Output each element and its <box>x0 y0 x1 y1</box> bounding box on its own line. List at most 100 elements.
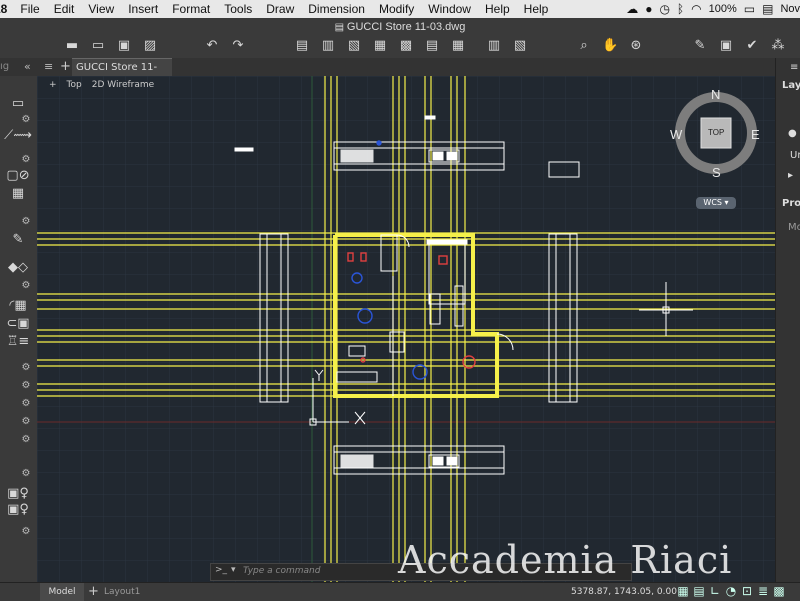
menu-format[interactable]: Format <box>165 0 217 18</box>
publish-icon[interactable]: ▦ <box>372 38 388 54</box>
redo-icon[interactable]: ↷ <box>230 38 246 54</box>
new-file-icon[interactable]: ▬ <box>64 38 80 54</box>
menu-tools[interactable]: Tools <box>217 0 259 18</box>
undo-icon[interactable]: ↶ <box>204 38 220 54</box>
cloud-export-icon[interactable]: ▧ <box>512 38 528 54</box>
visual-style-menu[interactable]: 2D Wireframe <box>90 80 156 90</box>
menu-modify[interactable]: Modify <box>372 0 421 18</box>
palette-settings-icon-6[interactable]: ⚙ <box>20 378 32 394</box>
bluetooth-icon[interactable]: ᛒ <box>677 2 684 16</box>
zoom-icon[interactable]: ⌕ <box>576 38 592 54</box>
expand-arrow-icon[interactable]: ▸ <box>788 170 793 181</box>
quick-access-toolbar: ▬ ▭ ▣ ▨ ↶ ↷ ▤ ▥ ▧ ▦ ▩ ▤ ▦ ▥ ▧ ⌕ ✋ ⊛ ✎ ▣ … <box>0 36 800 59</box>
pan-hand-icon[interactable]: ✋ <box>602 38 618 54</box>
check-icon[interactable]: ✔ <box>744 38 760 54</box>
palette-collapse-icon[interactable]: ≡ <box>790 62 798 73</box>
new-tab-button[interactable]: + <box>60 59 71 74</box>
properties-tool-icon[interactable]: ♖≡ <box>4 334 32 350</box>
menu-draw[interactable]: Draw <box>259 0 301 18</box>
viewcube-top-face[interactable]: TOP <box>708 128 724 137</box>
time-machine-icon[interactable]: ◷ <box>659 2 669 16</box>
viewport-menu[interactable]: + <box>47 80 59 90</box>
palette-settings-icon-9[interactable]: ⚙ <box>20 432 32 448</box>
battery-icon[interactable]: ▭ <box>744 2 755 16</box>
app-menu[interactable]: 18 <box>0 2 13 16</box>
compass-east[interactable]: E <box>751 127 760 142</box>
palette-settings-icon-11[interactable]: ⚙ <box>20 524 32 540</box>
layer-tool-icon[interactable]: ▣ <box>718 38 734 54</box>
osnap-toggle-icon[interactable]: ⊡ <box>740 584 754 598</box>
menu-file[interactable]: File <box>13 0 46 18</box>
save-icon[interactable]: ▣ <box>116 38 132 54</box>
attribute-tool-icon[interactable]: ▣♀ <box>4 502 32 518</box>
annotation-tool-icon[interactable]: ✎ <box>4 232 32 248</box>
share-icon[interactable]: ⁂ <box>770 38 786 54</box>
snap-toggle-icon[interactable]: ▤ <box>692 584 706 598</box>
layout-icon[interactable]: ▩ <box>398 38 414 54</box>
compass-north[interactable]: N <box>711 87 720 102</box>
grid-toggle-icon[interactable]: ▦ <box>676 584 690 598</box>
tab-gucci-store[interactable]: GUCCI Store 11-03* <box>72 58 172 91</box>
modify-tools-icon[interactable]: ▢⊘ <box>4 168 32 184</box>
palette-settings-icon-3[interactable]: ⚙ <box>20 214 32 230</box>
hatch-icon[interactable]: ▦ <box>4 186 32 202</box>
rectangle-tool-icon[interactable]: ▭ <box>4 96 32 112</box>
ucs-menu-button[interactable]: WCS ▾ <box>696 197 736 209</box>
palette-settings-icon-7[interactable]: ⚙ <box>20 396 32 412</box>
view-menu[interactable]: Top <box>65 80 84 90</box>
lineweight-toggle-icon[interactable]: ≣ <box>756 584 770 598</box>
drawing-viewport[interactable]: + Top 2D Wireframe N S E W TOP WCS ▾ <box>37 76 775 582</box>
tab-model[interactable]: Model <box>40 583 84 601</box>
line-app-icon[interactable]: ● <box>645 2 652 16</box>
palette-settings-icon-4[interactable]: ⚙ <box>20 278 32 294</box>
chevron-down-icon[interactable]: ▾ <box>231 565 236 575</box>
palette-settings-icon-10[interactable]: ⚙ <box>20 466 32 482</box>
palette-settings-icon[interactable]: ⚙ <box>20 112 32 128</box>
palette-settings-icon-2[interactable]: ⚙ <box>20 152 32 168</box>
wifi-icon[interactable]: ◠ <box>691 2 701 16</box>
insert-tool-icon[interactable]: ▣♀ <box>4 486 32 502</box>
tab-list-icon[interactable]: ≡ <box>44 60 53 73</box>
panel-tab-fragment[interactable]: ıg <box>0 60 18 74</box>
orbit-icon[interactable]: ⊛ <box>628 38 644 54</box>
save-as-icon[interactable]: ▨ <box>142 38 158 54</box>
block-tool-icon[interactable]: ◆◇ <box>4 260 32 276</box>
menu-insert[interactable]: Insert <box>121 0 165 18</box>
palette-settings-icon-8[interactable]: ⚙ <box>20 414 32 430</box>
copy-tool-icon[interactable]: ⊂▣ <box>4 316 32 332</box>
floor-plan-drawing[interactable] <box>37 76 775 582</box>
plot-icon[interactable]: ▤ <box>294 38 310 54</box>
page-setup-icon[interactable]: ▤ <box>424 38 440 54</box>
match-properties-icon[interactable]: ✎ <box>692 38 708 54</box>
sheet-set-icon[interactable]: ▧ <box>346 38 362 54</box>
command-input[interactable]: Type a command <box>243 566 320 576</box>
clock[interactable]: Nov <box>780 3 800 15</box>
menu-window[interactable]: Window <box>421 0 478 18</box>
arc-tool-icon[interactable]: ◜▦ <box>4 298 32 314</box>
properties-header[interactable]: Prop <box>782 198 800 209</box>
add-layout-button[interactable]: + <box>88 583 99 601</box>
command-prompt-icon[interactable]: >_ <box>215 565 227 575</box>
menu-help[interactable]: Help <box>478 0 517 18</box>
menu-dimension[interactable]: Dimension <box>301 0 372 18</box>
open-folder-icon[interactable]: ▭ <box>90 38 106 54</box>
polar-toggle-icon[interactable]: ◔ <box>724 584 738 598</box>
collapse-panels-icon[interactable]: « <box>24 60 31 73</box>
cloud-icon[interactable]: ☁ <box>626 2 638 16</box>
menu-help-2[interactable]: Help <box>517 0 556 18</box>
layers-header[interactable]: Lay <box>782 80 800 91</box>
palette-settings-icon-5[interactable]: ⚙ <box>20 360 32 376</box>
menu-view[interactable]: View <box>81 0 121 18</box>
line-polyline-icon[interactable]: ⟋⟿ <box>4 128 32 144</box>
flag-icon[interactable]: ▤ <box>762 2 773 16</box>
print-preview-icon[interactable]: ▦ <box>450 38 466 54</box>
compass-west[interactable]: W <box>670 127 682 142</box>
transparency-toggle-icon[interactable]: ▩ <box>772 584 786 598</box>
ortho-toggle-icon[interactable]: ∟ <box>708 584 722 598</box>
compass-south[interactable]: S <box>712 165 721 180</box>
sheet-export-icon[interactable]: ▥ <box>486 38 502 54</box>
menu-edit[interactable]: Edit <box>47 0 82 18</box>
batch-plot-icon[interactable]: ▥ <box>320 38 336 54</box>
tab-layout1[interactable]: Layout1 <box>104 583 140 601</box>
layer-visibility-icon[interactable]: ● <box>788 128 797 139</box>
